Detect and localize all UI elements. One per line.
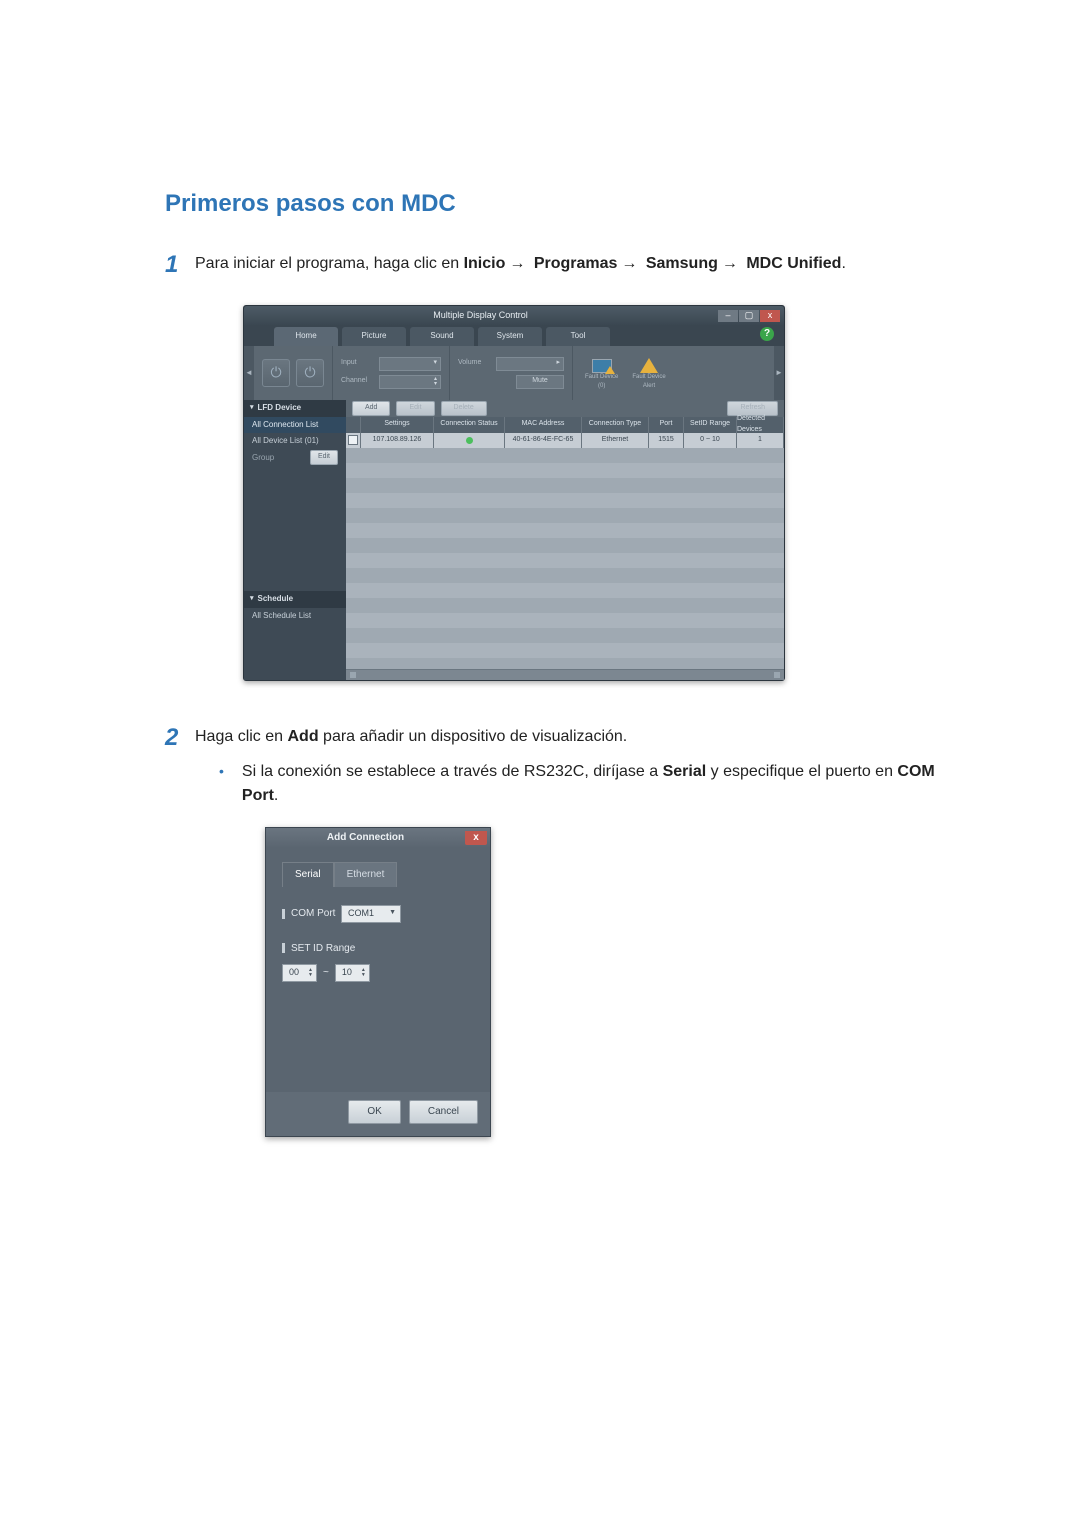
channel-label: Channel <box>341 376 375 387</box>
row-checkbox[interactable] <box>348 435 358 445</box>
warning-icon <box>640 358 658 373</box>
fault-alert-button[interactable]: Fault Device Alert <box>628 353 669 394</box>
power-off-icon[interactable]: ⏻ <box>296 359 324 387</box>
sidebar-item-allconn[interactable]: All Connection List <box>244 417 346 433</box>
sidebar-header-schedule[interactable]: Schedule <box>244 591 346 608</box>
stepper-arrows-icon: ▲▼ <box>361 968 366 978</box>
com-port-select[interactable]: COM1 <box>341 905 401 923</box>
tab-picture[interactable]: Picture <box>342 327 406 345</box>
group-edit-button[interactable]: Edit <box>310 450 338 465</box>
tab-home[interactable]: Home <box>274 327 338 345</box>
maximize-icon[interactable]: ▢ <box>739 310 759 322</box>
tab-tool[interactable]: Tool <box>546 327 610 345</box>
com-port-label: COM Port COM1 <box>282 905 474 923</box>
step2-text: Haga clic en Add para añadir un disposit… <box>195 728 627 745</box>
input-label: Input <box>341 358 375 369</box>
setid-range-label: SET ID Range <box>282 941 474 957</box>
power-on-icon[interactable]: ⏻ <box>262 359 290 387</box>
volume-label: Volume <box>458 358 492 369</box>
sidebar-item-alldev[interactable]: All Device List (01) <box>244 433 346 449</box>
horizontal-scrollbar[interactable] <box>346 669 784 680</box>
step2-bullet: Si la conexión se establece a través de … <box>242 760 940 810</box>
dialog-close-icon[interactable]: x <box>465 831 487 845</box>
table-header: Settings Connection Status MAC Address C… <box>346 417 784 433</box>
table-row[interactable]: 107.108.89.126 40-61-86-4E-FC-65 Etherne… <box>346 433 784 448</box>
help-icon[interactable]: ? <box>760 327 774 341</box>
tab-ethernet[interactable]: Ethernet <box>334 862 398 887</box>
status-dot-icon <box>466 437 473 444</box>
channel-stepper[interactable]: ▴▾ <box>379 375 441 389</box>
volume-slider[interactable]: ▸ <box>496 357 564 371</box>
stepper-arrows-icon: ▲▼ <box>308 968 313 978</box>
mdc-screenshot: Multiple Display Control – ▢ x Home Pict… <box>243 305 785 681</box>
window-title: Multiple Display Control <box>244 309 717 323</box>
add-button[interactable]: Add <box>352 401 390 416</box>
step-number-2: 2 <box>165 725 195 751</box>
edit-button[interactable]: Edit <box>396 401 434 416</box>
minimize-icon[interactable]: – <box>718 310 738 322</box>
tab-sound[interactable]: Sound <box>410 327 474 345</box>
step-number-1: 1 <box>165 252 195 278</box>
ok-button[interactable]: OK <box>348 1100 400 1124</box>
delete-button[interactable]: Delete <box>441 401 487 416</box>
cancel-button[interactable]: Cancel <box>409 1100 478 1124</box>
dialog-title: Add Connection <box>266 830 465 846</box>
step1-text: Para iniciar el programa, haga clic en I… <box>195 255 846 272</box>
ribbon-prev-icon[interactable]: ◄ <box>244 346 254 400</box>
sidebar-item-schedule[interactable]: All Schedule List <box>244 608 346 624</box>
tab-serial[interactable]: Serial <box>282 862 334 887</box>
range-from-stepper[interactable]: 00 ▲▼ <box>282 964 317 982</box>
page-heading: Primeros pasos con MDC <box>165 190 940 218</box>
sidebar: LFD Device All Connection List All Devic… <box>244 400 346 680</box>
sidebar-header-lfd[interactable]: LFD Device <box>244 400 346 417</box>
ribbon-next-icon[interactable]: ► <box>774 346 784 400</box>
range-to-stepper[interactable]: 10 ▲▼ <box>335 964 370 982</box>
input-select[interactable]: ▾ <box>379 357 441 371</box>
warning-icon <box>605 366 615 374</box>
close-icon[interactable]: x <box>760 310 780 322</box>
fault-device-button[interactable]: Fault Device (0) <box>581 353 622 394</box>
tab-system[interactable]: System <box>478 327 542 345</box>
main-tabs: Home Picture Sound System Tool ? <box>244 326 784 346</box>
mute-button[interactable]: Mute <box>516 375 564 389</box>
group-label: Group <box>252 452 274 464</box>
add-connection-dialog: Add Connection x Serial Ethernet COM Por… <box>265 827 491 1137</box>
